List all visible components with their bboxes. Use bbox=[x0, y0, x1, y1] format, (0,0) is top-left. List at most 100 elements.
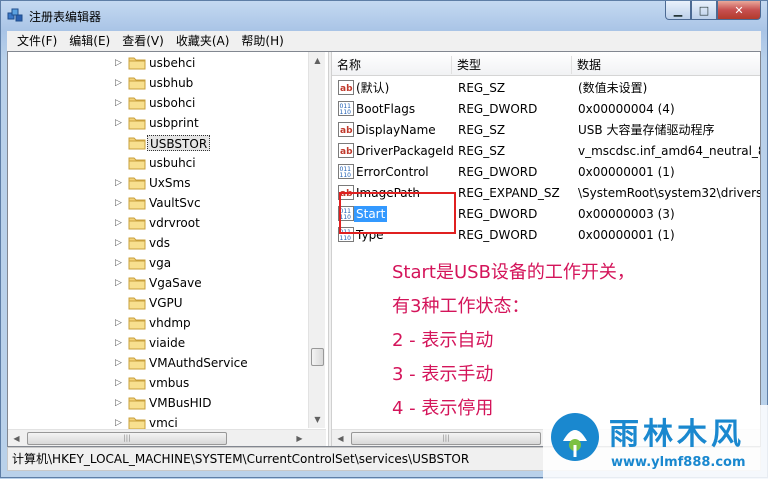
value-name: (默认) bbox=[356, 81, 390, 95]
expand-arrow-icon[interactable]: ▷ bbox=[115, 118, 123, 128]
folder-icon bbox=[128, 177, 146, 190]
value-row[interactable]: ab DisplayName REG_SZ USB 大容量存储驱动程序 bbox=[332, 119, 760, 140]
expand-arrow-icon[interactable]: ▷ bbox=[115, 418, 123, 428]
tree-item[interactable]: ▷ vga bbox=[8, 253, 308, 273]
binary-value-icon: 011110 bbox=[338, 164, 354, 179]
folder-icon bbox=[128, 277, 146, 290]
minimize-button[interactable]: ▁ bbox=[665, 1, 691, 20]
tree-item[interactable]: ▷ VgaSave bbox=[8, 273, 308, 293]
folder-icon bbox=[128, 417, 146, 430]
expand-arrow-icon[interactable]: ▷ bbox=[115, 398, 123, 408]
watermark: 雨林木风 www.ylmf888.com bbox=[543, 405, 768, 479]
tree-horizontal-scrollbar[interactable]: ◀ ||| ▶ bbox=[8, 429, 326, 446]
folder-icon bbox=[128, 197, 146, 210]
expand-arrow-icon[interactable]: ▷ bbox=[115, 358, 123, 368]
value-type: REG_SZ bbox=[458, 144, 506, 158]
tree-item[interactable]: ▷ usbehci bbox=[8, 53, 308, 73]
expand-arrow-icon[interactable]: ▷ bbox=[115, 258, 123, 268]
value-row[interactable]: 011 110 ErrorControl REG_DWORD 0x00000001 (1… bbox=[332, 161, 760, 182]
maximize-button[interactable]: □ bbox=[691, 1, 717, 20]
tree-item[interactable]: VGPU bbox=[8, 293, 308, 313]
menu-bar: 文件(F) 编辑(E) 查看(V) 收藏夹(A) 帮助(H) bbox=[7, 31, 761, 51]
expand-arrow-icon[interactable]: ▷ bbox=[115, 378, 123, 388]
column-header-name[interactable]: 名称 bbox=[332, 56, 452, 74]
tree-item-label: vdrvroot bbox=[149, 216, 200, 230]
folder-icon bbox=[128, 97, 146, 110]
tree-vertical-scrollbar[interactable]: ▲ ▼ bbox=[308, 52, 325, 428]
value-row[interactable]: ab DriverPackageId REG_SZ v_mscdsc.inf_amd6… bbox=[332, 140, 760, 161]
tree-item[interactable]: ▷ VMBusHID bbox=[8, 393, 308, 413]
close-button[interactable]: ✕ bbox=[717, 1, 761, 20]
tree-item-label: UxSms bbox=[149, 176, 191, 190]
menu-help[interactable]: 帮助(H) bbox=[235, 31, 289, 51]
expand-arrow-icon[interactable]: ▷ bbox=[115, 318, 123, 328]
expand-arrow-icon[interactable]: ▷ bbox=[115, 218, 123, 228]
start-highlight-box bbox=[339, 192, 456, 234]
tree-item[interactable]: ▷ VMAuthdService bbox=[8, 353, 308, 373]
value-data: 0x00000001 (1) bbox=[578, 228, 675, 242]
value-type: REG_DWORD bbox=[458, 165, 538, 179]
value-row[interactable]: ab (默认) REG_SZ (数值未设置) bbox=[332, 77, 760, 98]
client-area: ▷ usbehci ▷ usbhub ▷ usbohci ▷ usbprint USBSTOR u… bbox=[7, 51, 761, 447]
svg-text:110: 110 bbox=[340, 172, 352, 179]
tree-item[interactable]: ▷ usbprint bbox=[8, 113, 308, 133]
string-value-icon: ab bbox=[338, 122, 354, 137]
annotation-line: 3 - 表示手动 bbox=[392, 364, 494, 385]
key-tree: ▷ usbehci ▷ usbhub ▷ usbohci ▷ usbprint USBSTOR u… bbox=[8, 52, 328, 446]
folder-icon bbox=[128, 157, 146, 170]
expand-arrow-icon[interactable]: ▷ bbox=[115, 98, 123, 108]
scroll-right-arrow-icon[interactable]: ▶ bbox=[291, 430, 308, 446]
registry-editor-icon bbox=[7, 8, 23, 22]
tree-item[interactable]: ▷ vmbus bbox=[8, 373, 308, 393]
tree-item[interactable]: usbuhci bbox=[8, 153, 308, 173]
value-row[interactable]: 011 110 BootFlags REG_DWORD 0x00000004 (4) bbox=[332, 98, 760, 119]
tree-item[interactable]: ▷ vds bbox=[8, 233, 308, 253]
tree-item[interactable]: USBSTOR bbox=[8, 133, 308, 153]
title-bar[interactable]: 注册表编辑器 ▁ □ ✕ bbox=[1, 1, 767, 31]
column-header-type[interactable]: 类型 bbox=[452, 56, 572, 74]
value-data: \SystemRoot\system32\drivers\ bbox=[578, 186, 760, 200]
scroll-left-arrow-icon[interactable]: ◀ bbox=[8, 430, 25, 446]
value-type: REG_DWORD bbox=[458, 102, 538, 116]
tree-item-label: viaide bbox=[149, 336, 186, 350]
ylmf-logo-icon bbox=[551, 413, 599, 461]
expand-arrow-icon[interactable]: ▷ bbox=[115, 238, 123, 248]
menu-favorites[interactable]: 收藏夹(A) bbox=[170, 31, 236, 51]
tree-item[interactable]: ▷ VaultSvc bbox=[8, 193, 308, 213]
svg-text:110: 110 bbox=[340, 109, 352, 116]
value-name: DriverPackageId bbox=[356, 144, 454, 158]
tree-item[interactable]: ▷ vdrvroot bbox=[8, 213, 308, 233]
svg-text:110: 110 bbox=[340, 235, 352, 242]
menu-file[interactable]: 文件(F) bbox=[11, 31, 63, 51]
value-type: REG_SZ bbox=[458, 123, 506, 137]
annotation-line: Start是USB设备的工作开关， bbox=[392, 262, 635, 283]
expand-arrow-icon[interactable]: ▷ bbox=[115, 58, 123, 68]
registry-editor-window: 注册表编辑器 ▁ □ ✕ 文件(F) 编辑(E) 查看(V) 收藏夹(A) 帮助… bbox=[0, 0, 768, 479]
value-data: (数值未设置) bbox=[578, 81, 648, 95]
tree-item-label: VgaSave bbox=[149, 276, 202, 290]
column-header-data[interactable]: 数据 bbox=[572, 56, 760, 74]
menu-view[interactable]: 查看(V) bbox=[116, 31, 170, 51]
tree-item[interactable]: ▷ UxSms bbox=[8, 173, 308, 193]
value-data: USB 大容量存储驱动程序 bbox=[578, 123, 715, 137]
tree-item[interactable]: ▷ viaide bbox=[8, 333, 308, 353]
annotation-line: 2 - 表示自动 bbox=[392, 330, 494, 351]
expand-arrow-icon[interactable]: ▷ bbox=[115, 198, 123, 208]
menu-edit[interactable]: 编辑(E) bbox=[63, 31, 116, 51]
tree-hscroll-thumb[interactable]: ||| bbox=[27, 432, 227, 445]
expand-arrow-icon[interactable]: ▷ bbox=[115, 78, 123, 88]
watermark-title: 雨林木风 bbox=[609, 417, 745, 452]
tree-scroll-thumb[interactable] bbox=[311, 348, 324, 366]
status-path: 计算机\HKEY_LOCAL_MACHINE\SYSTEM\CurrentCon… bbox=[12, 452, 470, 466]
tree-item[interactable]: ▷ vhdmp bbox=[8, 313, 308, 333]
scroll-down-arrow-icon[interactable]: ▼ bbox=[309, 411, 326, 428]
value-type: REG_DWORD bbox=[458, 207, 538, 221]
tree-item[interactable]: ▷ usbohci bbox=[8, 93, 308, 113]
expand-arrow-icon[interactable]: ▷ bbox=[115, 278, 123, 288]
tree-item[interactable]: ▷ usbhub bbox=[8, 73, 308, 93]
scroll-up-arrow-icon[interactable]: ▲ bbox=[309, 52, 326, 69]
expand-arrow-icon[interactable]: ▷ bbox=[115, 178, 123, 188]
scroll-left-arrow-icon[interactable]: ◀ bbox=[332, 430, 349, 446]
list-hscroll-thumb[interactable]: ||| bbox=[351, 432, 541, 445]
expand-arrow-icon[interactable]: ▷ bbox=[115, 338, 123, 348]
